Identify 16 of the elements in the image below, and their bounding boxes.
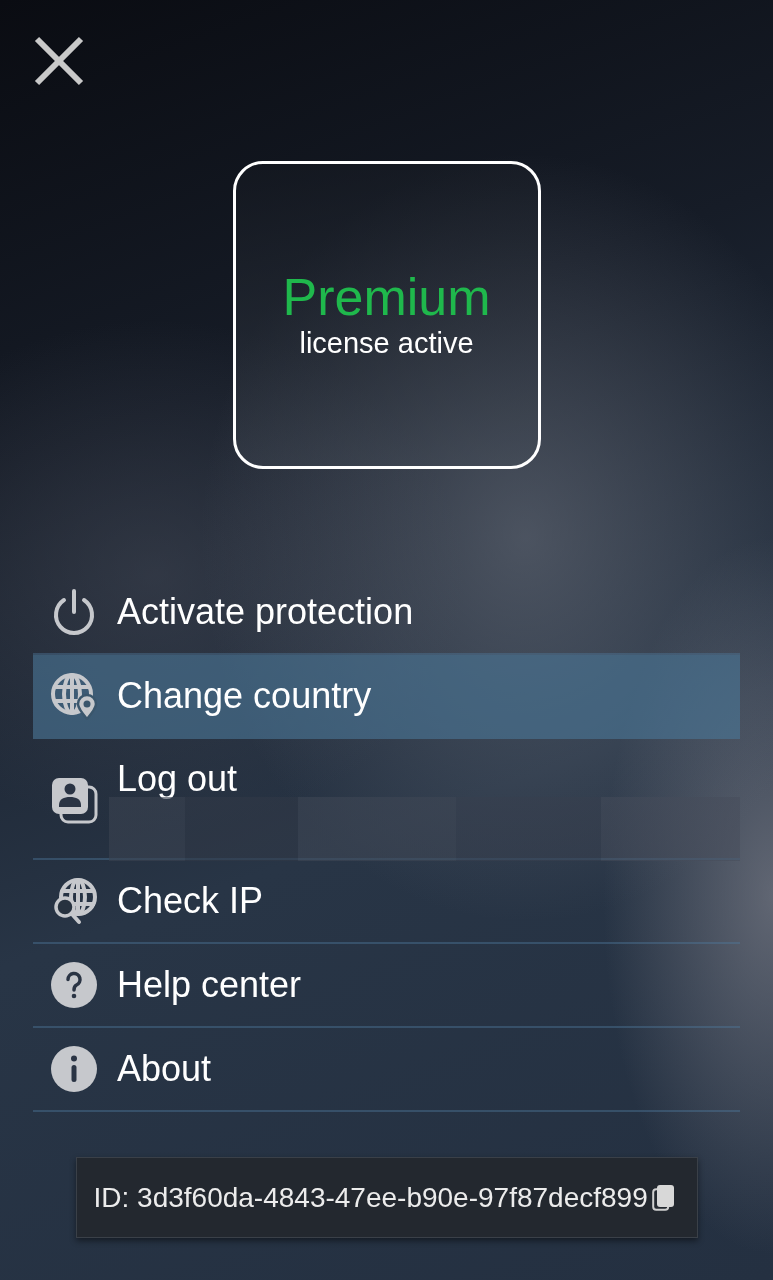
menu-item[interactable]: Log out: [33, 739, 740, 860]
menu-item[interactable]: Help center: [33, 944, 740, 1028]
menu-item[interactable]: Activate protection: [33, 571, 740, 655]
device-id-text: ID: 3d3f60da-4843-47ee-b90e-97f87decf899: [93, 1180, 648, 1215]
globe-pin-icon: [50, 672, 98, 720]
close-icon: [34, 36, 84, 86]
info-icon: [50, 1045, 98, 1093]
question-icon: [50, 961, 98, 1009]
profile-cards-icon: [50, 776, 98, 824]
plan-title: Premium: [282, 269, 491, 327]
license-status-text: license active: [299, 326, 474, 361]
menu-item[interactable]: Change country: [33, 655, 740, 739]
close-button[interactable]: [34, 36, 84, 86]
menu-item[interactable]: About: [33, 1028, 740, 1112]
menu-item[interactable]: Check IP: [33, 860, 740, 944]
copy-icon[interactable]: [651, 1184, 674, 1211]
